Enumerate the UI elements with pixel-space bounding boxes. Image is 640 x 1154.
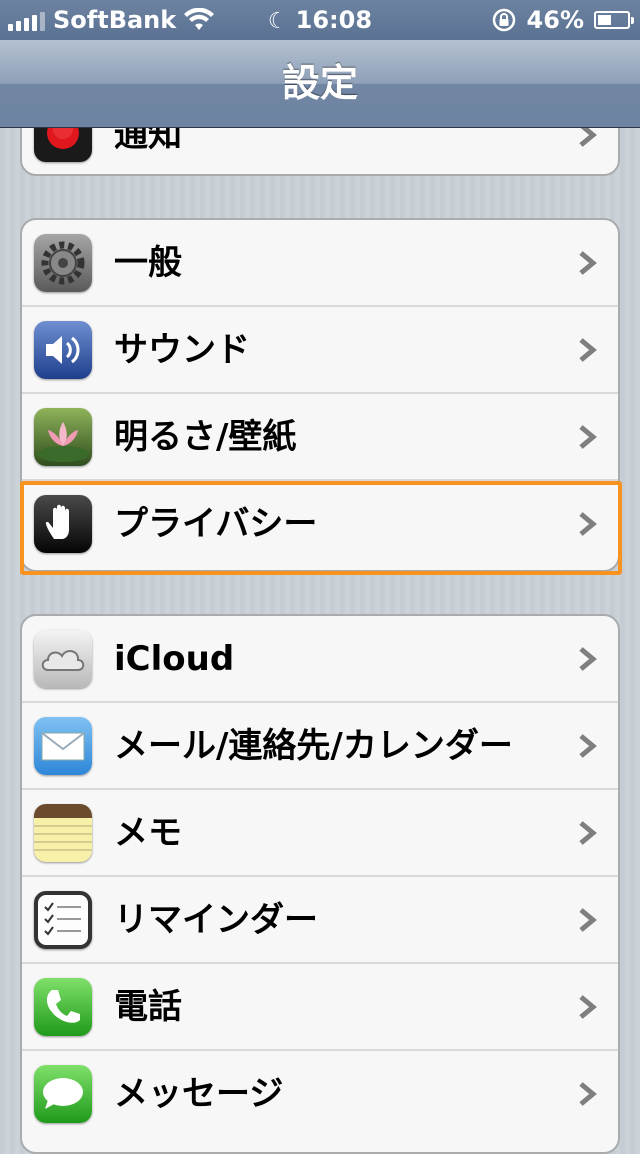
chevron-right-icon: [579, 821, 597, 845]
chevron-right-icon: [579, 512, 597, 536]
settings-row-label: 一般: [114, 243, 182, 283]
settings-row-icloud[interactable]: iCloud: [22, 616, 618, 703]
moon-icon: ☾: [267, 9, 288, 34]
settings-row-privacy[interactable]: プライバシー: [22, 481, 618, 568]
settings-row-label: メッセージ: [114, 1074, 284, 1114]
settings-row-label: サウンド: [114, 330, 250, 370]
accounts-apps-group: iCloud メール/連絡先/カレンダー メモ リマインダー 電話 メッセージ: [20, 614, 620, 1154]
chevron-right-icon: [579, 425, 597, 449]
settings-row-label: iCloud: [114, 639, 235, 679]
chevron-right-icon: [579, 647, 597, 671]
icloud-icon: [34, 630, 92, 688]
settings-row-label: メモ: [114, 813, 182, 853]
settings-row-notes[interactable]: メモ: [22, 790, 618, 877]
chevron-right-icon: [579, 734, 597, 758]
settings-row-label: 明るさ/壁紙: [114, 417, 297, 457]
chevron-right-icon: [579, 1082, 597, 1106]
settings-row-reminders[interactable]: リマインダー: [22, 877, 618, 964]
brightness-wallpaper-icon: [34, 408, 92, 466]
navigation-bar: 設定: [0, 40, 640, 128]
general-settings-group: 一般 サウンド 明るさ/壁紙 プライバシー: [20, 218, 620, 572]
general-gear-icon: [34, 234, 92, 292]
status-right: 46%: [491, 6, 634, 34]
settings-row-label: メール/連絡先/カレンダー: [114, 726, 513, 766]
chevron-right-icon: [579, 251, 597, 275]
rotation-lock-icon: [492, 8, 515, 32]
battery-percent: 46%: [526, 6, 584, 34]
page-title: 設定: [281, 61, 358, 105]
chevron-right-icon: [579, 995, 597, 1019]
settings-row-mail-contacts-calendars[interactable]: メール/連絡先/カレンダー: [22, 703, 618, 790]
chevron-right-icon: [579, 908, 597, 932]
sound-speaker-icon: [34, 321, 92, 379]
status-time: 16:08: [295, 6, 373, 34]
reminders-icon: [34, 891, 92, 949]
settings-row-general[interactable]: 一般: [22, 220, 618, 307]
chevron-right-icon: [579, 338, 597, 362]
notes-icon: [34, 804, 92, 862]
settings-row-brightness-wallpaper[interactable]: 明るさ/壁紙: [22, 394, 618, 481]
mail-icon: [34, 717, 92, 775]
settings-row-label: 電話: [114, 987, 182, 1027]
battery-level-fill: [598, 15, 611, 25]
settings-row-sound[interactable]: サウンド: [22, 307, 618, 394]
settings-row-messages[interactable]: メッセージ: [22, 1051, 618, 1138]
settings-row-phone[interactable]: 電話: [22, 964, 618, 1051]
phone-icon: [34, 978, 92, 1036]
messages-icon: [34, 1065, 92, 1123]
settings-row-label: リマインダー: [114, 900, 318, 940]
status-bar: SoftBank ☾ 16:08 46%: [0, 0, 640, 40]
privacy-hand-icon: [34, 495, 92, 553]
battery-icon: [594, 11, 634, 29]
settings-row-label: プライバシー: [114, 504, 318, 544]
